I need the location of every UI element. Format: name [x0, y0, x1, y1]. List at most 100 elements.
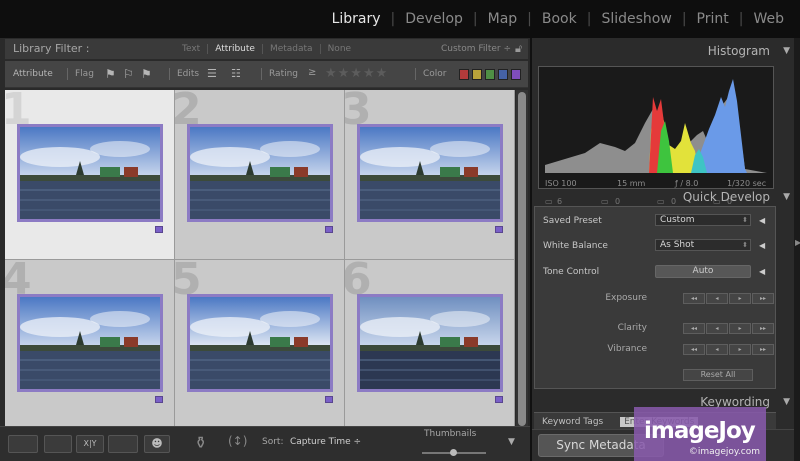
people-view-icon[interactable]: ☻: [144, 435, 170, 453]
watermark-brand: imageJoy: [644, 418, 756, 444]
flag-label: Flag: [75, 69, 94, 79]
module-develop[interactable]: Develop: [403, 11, 465, 27]
increase-small-button[interactable]: ▸: [729, 344, 751, 355]
module-picker: Library | Develop | Map | Book | Slidesh…: [330, 11, 786, 27]
increase-small-button[interactable]: ▸: [729, 293, 751, 304]
module-book[interactable]: Book: [540, 11, 579, 27]
scrollbar-thumb[interactable]: [518, 92, 526, 426]
filter-none-option[interactable]: None: [321, 44, 358, 54]
toolbar-menu-icon[interactable]: ▼: [508, 437, 515, 447]
rating-stars[interactable]: ★★★★★: [325, 66, 388, 81]
expand-triangle-icon[interactable]: ◀: [759, 216, 765, 225]
module-print[interactable]: Print: [695, 11, 731, 27]
filter-attribute-option[interactable]: Attribute: [208, 44, 263, 54]
attribute-label: Attribute: [13, 69, 53, 79]
increase-large-button[interactable]: ▸▸: [752, 293, 774, 304]
filter-metadata-option[interactable]: Metadata: [263, 44, 321, 54]
increase-small-button[interactable]: ▸: [729, 323, 751, 334]
color-label-badge[interactable]: [155, 396, 163, 403]
library-grid-area: Library Filter : Text Attribute Metadata…: [0, 38, 530, 461]
grid-cell[interactable]: 4: [5, 260, 175, 430]
sort-direction-icon[interactable]: (↕): [228, 434, 247, 448]
decrease-small-button[interactable]: ◂: [706, 293, 728, 304]
flag-unflagged-icon[interactable]: ⚐: [123, 67, 134, 81]
saved-preset-select[interactable]: Custom ⬍: [655, 214, 751, 226]
decrease-large-button[interactable]: ◂◂: [683, 293, 705, 304]
reset-all-button[interactable]: Reset All: [683, 369, 753, 381]
increase-large-button[interactable]: ▸▸: [752, 323, 774, 334]
module-web[interactable]: Web: [751, 11, 786, 27]
grid-scrollbar[interactable]: [516, 90, 528, 430]
rating-operator[interactable]: ≥: [308, 67, 316, 78]
lock-icon[interactable]: 🔓︎: [515, 42, 522, 56]
slider-knob[interactable]: [450, 449, 457, 456]
decrease-large-button[interactable]: ◂◂: [683, 323, 705, 334]
histogram-title: Histogram: [707, 44, 770, 58]
sort-dropdown[interactable]: Capture Time ÷: [290, 437, 361, 447]
filter-options: Text Attribute Metadata None: [175, 44, 358, 54]
color-swatch-blue[interactable]: [498, 69, 508, 80]
grid-cell[interactable]: 6: [345, 260, 515, 430]
exposure-stepper[interactable]: ◂◂ ◂ ▸ ▸▸: [683, 293, 774, 304]
color-label-badge[interactable]: [325, 226, 333, 233]
loupe-view-icon[interactable]: [44, 435, 72, 453]
grid-cell[interactable]: 3: [345, 90, 515, 260]
decrease-large-button[interactable]: ◂◂: [683, 344, 705, 355]
photo-thumbnail[interactable]: [187, 124, 333, 222]
color-swatch-purple[interactable]: [511, 69, 521, 80]
module-separator: |: [738, 11, 744, 27]
sort-label: Sort:: [262, 437, 284, 447]
collapse-triangle-icon[interactable]: ▼: [783, 192, 790, 202]
color-label-badge[interactable]: [325, 396, 333, 403]
quick-develop-header[interactable]: Quick Develop ▼: [532, 186, 794, 208]
module-library[interactable]: Library: [330, 11, 383, 27]
decrease-small-button[interactable]: ◂: [706, 344, 728, 355]
decrease-small-button[interactable]: ◂: [706, 323, 728, 334]
color-swatch-red[interactable]: [459, 69, 469, 80]
color-swatch-yellow[interactable]: [472, 69, 482, 80]
expand-triangle-icon[interactable]: ◀: [759, 267, 765, 276]
library-filter-bar: Library Filter : Text Attribute Metadata…: [5, 39, 528, 60]
color-swatch-green[interactable]: [485, 69, 495, 80]
photo-thumbnail[interactable]: [357, 294, 503, 392]
module-separator: |: [681, 11, 687, 27]
panel-toggle-triangle-icon[interactable]: ▶: [795, 238, 800, 247]
thumbnail-size-slider[interactable]: [422, 449, 486, 456]
edited-icon[interactable]: ☰: [207, 67, 217, 80]
grid-cell[interactable]: 2: [175, 90, 345, 260]
filter-preset-dropdown[interactable]: Custom Filter ÷: [441, 44, 511, 54]
right-panel-edge[interactable]: ▶: [794, 38, 800, 461]
unedited-icon[interactable]: ☷: [231, 67, 241, 80]
compare-view-icon[interactable]: X|Y: [76, 435, 104, 453]
keyword-tags-label: Keyword Tags: [542, 417, 604, 427]
collapse-triangle-icon[interactable]: ▼: [783, 397, 790, 407]
quick-develop-panel: Saved Preset Custom ⬍ ◀ White Balance As …: [534, 206, 776, 389]
photo-thumbnail[interactable]: [187, 294, 333, 392]
photo-thumbnail[interactable]: [17, 294, 163, 392]
grid-cell[interactable]: 5: [175, 260, 345, 430]
color-label-badge[interactable]: [155, 226, 163, 233]
filter-text-option[interactable]: Text: [175, 44, 209, 54]
expand-triangle-icon[interactable]: ◀: [759, 241, 765, 250]
attribute-filter-bar: Attribute Flag ⚑ ⚐ ⚑ Edits ☰ ☷ Rating ≥ …: [5, 61, 528, 88]
color-label: Color: [423, 69, 447, 79]
collapse-triangle-icon[interactable]: ▼: [783, 46, 790, 56]
survey-view-icon[interactable]: [108, 435, 138, 453]
module-map[interactable]: Map: [486, 11, 520, 27]
photo-thumbnail[interactable]: [357, 124, 503, 222]
auto-tone-button[interactable]: Auto: [655, 265, 751, 278]
clarity-stepper[interactable]: ◂◂ ◂ ▸ ▸▸: [683, 323, 774, 334]
flag-reject-icon[interactable]: ⚑: [141, 67, 152, 81]
white-balance-select[interactable]: As Shot ⬍: [655, 239, 751, 251]
spray-can-icon[interactable]: ⚱: [194, 433, 207, 452]
flag-pick-icon[interactable]: ⚑: [105, 67, 116, 81]
vibrance-stepper[interactable]: ◂◂ ◂ ▸ ▸▸: [683, 344, 774, 355]
color-label-badge[interactable]: [495, 226, 503, 233]
histogram-header[interactable]: Histogram ▼: [532, 40, 794, 62]
color-label-badge[interactable]: [495, 396, 503, 403]
module-slideshow[interactable]: Slideshow: [599, 11, 673, 27]
photo-thumbnail[interactable]: [17, 124, 163, 222]
grid-cell[interactable]: 1: [5, 90, 175, 260]
increase-large-button[interactable]: ▸▸: [752, 344, 774, 355]
grid-view-icon[interactable]: [8, 435, 38, 453]
